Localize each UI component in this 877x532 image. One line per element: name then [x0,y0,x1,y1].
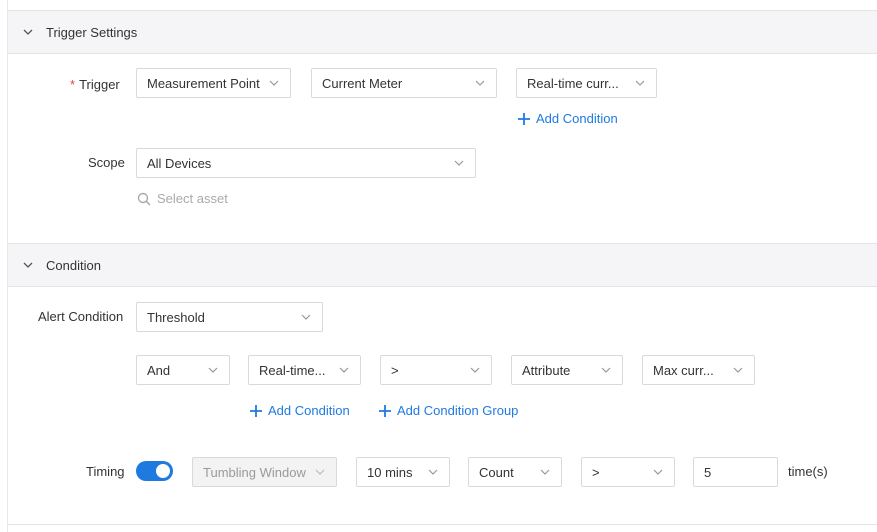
attribute-select[interactable]: Max curr... [642,355,755,385]
select-value: Measurement Point [147,75,260,91]
chevron-down-icon [314,466,326,478]
select-value: Attribute [522,362,571,378]
select-value: Current Meter [322,75,403,91]
comparison-operator-select[interactable]: > [380,355,492,385]
trigger-label-text: Trigger [79,77,120,92]
timing-toggle[interactable] [136,461,173,481]
chevron-down-icon [474,77,486,89]
measurement-point-select[interactable]: Real-time curr... [516,68,657,98]
chevron-down-icon [469,364,481,376]
condition-header[interactable]: Condition [8,243,877,287]
select-value: 10 mins [367,464,413,480]
toggle-knob [156,464,170,478]
select-value: Count [479,464,514,480]
count-value-input[interactable]: 5 [693,457,778,487]
alert-condition-label: Alert Condition [38,309,124,324]
section-title: Condition [46,257,101,273]
select-value: All Devices [147,155,212,171]
select-value: Real-time curr... [527,75,619,91]
select-value: Threshold [147,309,205,325]
select-value: > [391,362,399,378]
chevron-down-icon [453,157,465,169]
chevron-down-icon [268,77,280,89]
select-value: Tumbling Window [203,464,306,480]
chevron-down-icon [22,259,34,271]
chevron-down-icon [652,466,664,478]
plus-icon [249,404,263,418]
section-divider [8,524,877,525]
section-title: Trigger Settings [46,24,138,40]
input-value: 5 [704,464,712,480]
count-unit: time(s) [788,464,828,479]
device-type-select[interactable]: Current Meter [311,68,497,98]
window-size-select[interactable]: 10 mins [356,457,450,487]
plus-icon [378,404,392,418]
trigger-label: * Trigger [70,77,120,92]
select-asset-placeholder: Select asset [157,191,228,206]
scope-label: Scope [88,155,125,170]
condition-metric-select[interactable]: Real-time... [248,355,361,385]
add-condition-label: Add Condition [536,111,618,126]
trigger-type-select[interactable]: Measurement Point [136,68,291,98]
chevron-down-icon [338,364,350,376]
select-value: And [147,362,171,378]
chevron-down-icon [732,364,744,376]
alert-condition-select[interactable]: Threshold [136,302,323,332]
chevron-down-icon [634,77,646,89]
add-condition-link[interactable]: Add Condition [249,403,350,418]
add-condition-link[interactable]: Add Condition [517,111,618,126]
scope-select[interactable]: All Devices [136,148,476,178]
chevron-down-icon [300,311,312,323]
select-value: Max curr... [653,362,714,378]
window-type-select: Tumbling Window [192,457,337,487]
logic-operator-select[interactable]: And [136,355,230,385]
chevron-down-icon [207,364,219,376]
timing-label: Timing [86,464,125,479]
trigger-settings-header[interactable]: Trigger Settings [8,10,877,54]
select-asset-search[interactable]: Select asset [137,191,228,206]
select-value: Real-time... [259,362,326,378]
value-type-select[interactable]: Attribute [511,355,623,385]
chevron-down-icon [22,26,34,38]
add-condition-group-label: Add Condition Group [397,403,519,418]
search-icon [137,192,151,206]
select-value: > [592,464,600,480]
aggregate-select[interactable]: Count [468,457,562,487]
timing-operator-select[interactable]: > [581,457,675,487]
add-condition-label: Add Condition [268,403,350,418]
chevron-down-icon [427,466,439,478]
chevron-down-icon [539,466,551,478]
plus-icon [517,112,531,126]
chevron-down-icon [600,364,612,376]
add-condition-group-link[interactable]: Add Condition Group [378,403,518,418]
required-mark: * [70,77,76,92]
